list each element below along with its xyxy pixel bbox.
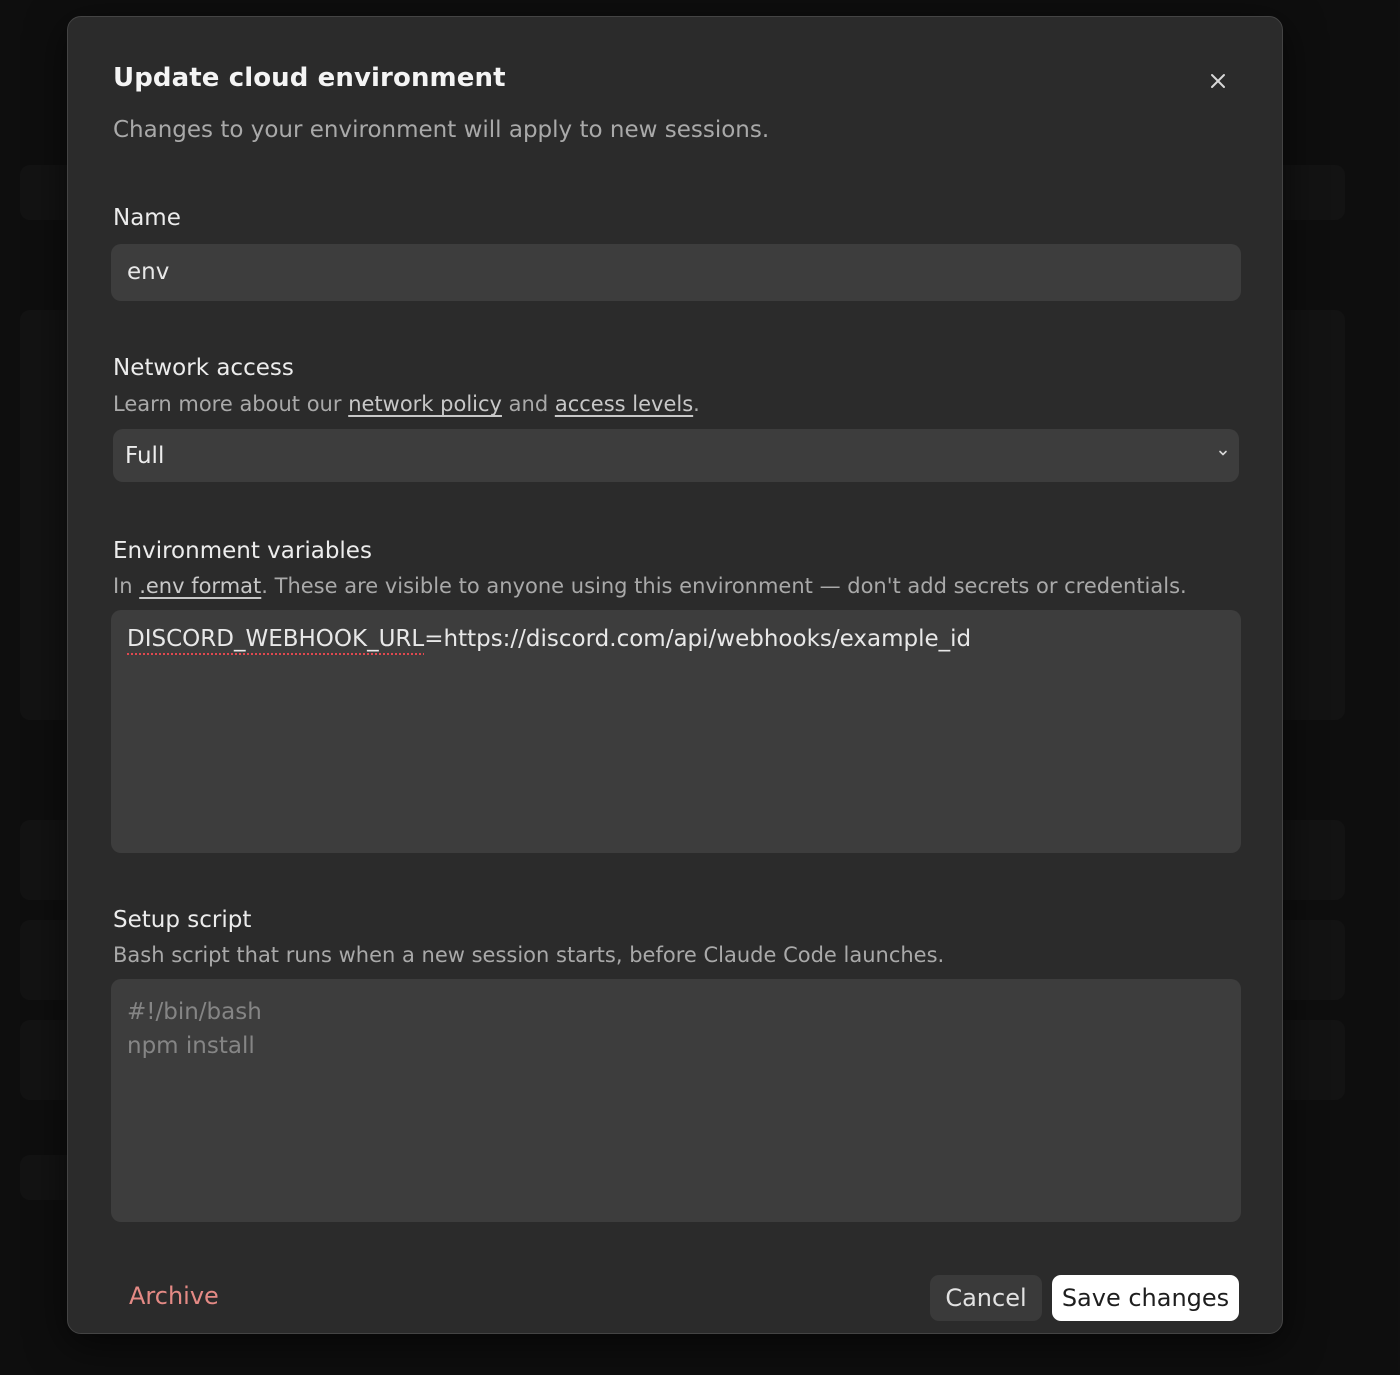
- help-text: .: [693, 392, 700, 416]
- close-icon: [1211, 74, 1225, 88]
- chevron-down-icon: [1219, 450, 1227, 456]
- help-text: . These are visible to anyone using this…: [261, 574, 1187, 598]
- network-access-label: Network access: [113, 355, 294, 381]
- setup-script-textarea[interactable]: #!/bin/bash npm install: [111, 979, 1241, 1222]
- help-text: In: [113, 574, 140, 598]
- env-format-link[interactable]: .env format: [139, 574, 261, 598]
- help-text: and: [501, 392, 555, 416]
- dialog-subtitle: Changes to your environment will apply t…: [113, 117, 770, 143]
- env-var-key: DISCORD_WEBHOOK_URL: [127, 626, 425, 652]
- network-policy-link[interactable]: network policy: [348, 392, 502, 416]
- archive-button[interactable]: Archive: [129, 1282, 219, 1310]
- network-access-select[interactable]: Full: [113, 429, 1239, 482]
- select-value: Full: [125, 442, 165, 469]
- dialog-title: Update cloud environment: [113, 63, 506, 93]
- network-access-help: Learn more about our network policy and …: [113, 392, 700, 416]
- name-label: Name: [113, 205, 181, 231]
- env-vars-label: Environment variables: [113, 538, 372, 564]
- cancel-button[interactable]: Cancel: [930, 1275, 1042, 1321]
- help-text: Learn more about our: [113, 392, 349, 416]
- name-input[interactable]: env: [111, 244, 1241, 301]
- env-var-value: =https://discord.com/api/webhooks/exampl…: [424, 626, 972, 652]
- setup-script-label: Setup script: [113, 907, 252, 933]
- setup-script-help: Bash script that runs when a new session…: [113, 943, 945, 967]
- update-environment-dialog: Update cloud environment Changes to your…: [67, 16, 1283, 1334]
- env-vars-textarea[interactable]: DISCORD_WEBHOOK_URL=https://discord.com/…: [111, 610, 1241, 853]
- save-changes-button[interactable]: Save changes: [1052, 1275, 1239, 1321]
- close-button[interactable]: [1202, 65, 1234, 97]
- env-vars-help: In .env format. These are visible to any…: [113, 574, 1187, 598]
- script-placeholder-line: #!/bin/bash: [127, 999, 262, 1025]
- script-placeholder-line: npm install: [127, 1033, 255, 1059]
- access-levels-link[interactable]: access levels: [555, 392, 693, 416]
